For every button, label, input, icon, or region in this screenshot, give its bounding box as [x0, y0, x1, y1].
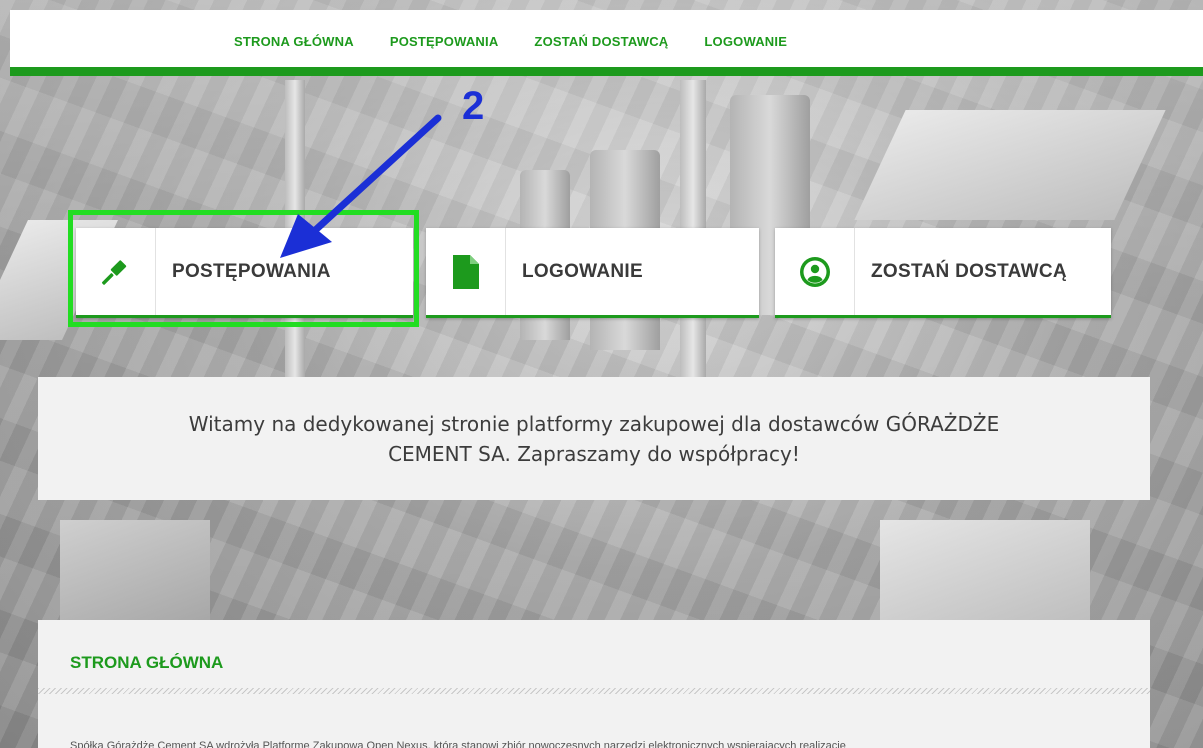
tile-logowanie[interactable]: LOGOWANIE — [426, 228, 759, 318]
top-navigation: STRONA GŁÓWNA POSTĘPOWANIA ZOSTAŃ DOSTAW… — [10, 10, 1203, 76]
annotation-arrow-icon — [280, 114, 442, 258]
body-text: Spółka Górażdże Cement SA wdrożyła Platf… — [70, 740, 846, 748]
nav-logowanie[interactable]: LOGOWANIE — [704, 34, 787, 49]
tile-label: LOGOWANIE — [522, 260, 643, 282]
tile-zostan-dostawca[interactable]: ZOSTAŃ DOSTAWCĄ — [775, 228, 1111, 318]
divider — [38, 688, 1150, 694]
nav-zostan-dostawca[interactable]: ZOSTAŃ DOSTAWCĄ — [534, 34, 668, 49]
nav-postepowania[interactable]: POSTĘPOWANIA — [390, 34, 499, 49]
section-title: STRONA GŁÓWNA — [70, 653, 224, 672]
annotation-step-number: 2 — [462, 84, 485, 128]
welcome-panel: Witamy na dedykowanej stronie platformy … — [38, 377, 1150, 500]
user-circle-icon — [775, 228, 855, 315]
nav-strona-glowna[interactable]: STRONA GŁÓWNA — [234, 34, 354, 49]
tile-label: ZOSTAŃ DOSTAWCĄ — [871, 260, 1067, 282]
content-panel: STRONA GŁÓWNA Spółka Górażdże Cement SA … — [38, 620, 1150, 748]
welcome-text: Witamy na dedykowanej stronie platformy … — [188, 411, 1000, 466]
